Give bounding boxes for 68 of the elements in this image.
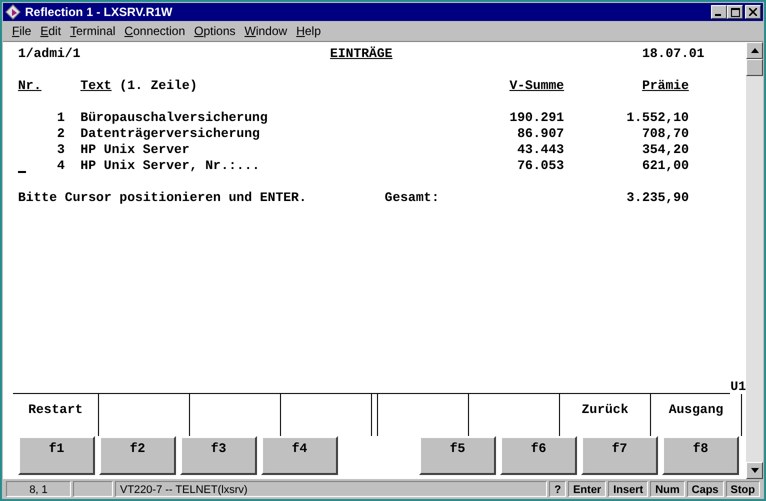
entry-text[interactable]: HP Unix Server, Nr.:...	[80, 158, 424, 174]
down-arrow-icon	[750, 468, 758, 473]
key-indicator: Stop	[726, 481, 760, 497]
menu-item[interactable]: Window	[244, 24, 288, 38]
row-number: 3	[56, 142, 65, 158]
menu-item[interactable]: Help	[296, 24, 321, 38]
key-indicator: ?	[549, 481, 566, 497]
key-indicator: Insert	[608, 481, 648, 497]
menu-item[interactable]: Options	[194, 24, 236, 38]
close-button[interactable]	[745, 5, 761, 19]
row-number: 1	[56, 110, 65, 126]
column-header: V-Summe	[509, 78, 564, 93]
scroll-down-button[interactable]	[746, 462, 763, 479]
maximize-button[interactable]	[727, 5, 743, 19]
connection-status: VT220-7 -- TELNET(lxsrv)	[115, 481, 548, 497]
premium-value: 708,70	[642, 126, 689, 141]
total-value: 3.235,90	[626, 190, 689, 205]
function-key-button[interactable]: f7	[581, 436, 658, 475]
function-key-button[interactable]: f6	[500, 436, 577, 475]
entry-text[interactable]: Büropauschalversicherung	[80, 110, 424, 126]
prompt-message: Bitte Cursor positionieren und ENTER.	[18, 190, 308, 206]
minimize-button[interactable]	[711, 5, 727, 19]
up-arrow-icon	[750, 48, 758, 53]
function-key-button[interactable]: f1	[18, 436, 95, 475]
function-key-button[interactable]: f5	[419, 436, 496, 475]
diamond-icon	[5, 4, 21, 20]
function-key-button[interactable]: f4	[261, 436, 338, 475]
row-number: 4	[56, 158, 65, 174]
softkey-label: Zurück	[582, 402, 628, 417]
function-key-button[interactable]: f8	[662, 436, 739, 475]
row-number: 2	[56, 126, 65, 142]
sum-value: 190.291	[509, 110, 564, 125]
menu-item[interactable]: Edit	[40, 24, 62, 38]
column-header: Nr.	[18, 78, 42, 94]
column-note: (1. Zeile)	[119, 78, 198, 93]
entry-text[interactable]: HP Unix Server	[80, 142, 424, 158]
vertical-scrollbar[interactable]	[746, 42, 763, 479]
premium-value: 1.552,10	[626, 110, 689, 125]
close-icon	[749, 8, 757, 16]
maximize-icon	[730, 8, 740, 16]
total-label: Gesamt:	[384, 190, 440, 206]
column-header: Prämie	[642, 78, 689, 93]
key-indicator: Enter	[568, 481, 606, 497]
scroll-up-button[interactable]	[746, 42, 763, 59]
menu-item[interactable]: Terminal	[70, 24, 116, 38]
softkey-label: Restart	[28, 402, 83, 417]
premium-value: 621,00	[642, 158, 689, 173]
function-key-button[interactable]: f3	[180, 436, 257, 475]
screen-path: 1/admi/1	[18, 46, 82, 62]
key-indicator: Caps	[686, 481, 724, 497]
cursor-position: 8, 1	[6, 481, 71, 497]
sum-value: 43.443	[517, 142, 564, 157]
function-key-button[interactable]: f2	[99, 436, 176, 475]
menu-item[interactable]: File	[12, 24, 32, 38]
status-panel	[73, 481, 113, 497]
screen-title: EINTRÄGE	[330, 46, 394, 62]
window-title: Reflection 1 - LXSRV.R1W	[25, 5, 174, 19]
scroll-thumb[interactable]	[746, 59, 763, 76]
entry-text[interactable]: Datenträgerversicherung	[80, 126, 424, 142]
softkey-label: Ausgang	[668, 402, 724, 417]
screen-date: 18.07.01	[641, 46, 704, 62]
key-indicator: Num	[650, 481, 685, 497]
screen-indicator: U1	[730, 380, 746, 394]
premium-value: 354,20	[642, 142, 689, 157]
column-header: Text	[80, 78, 112, 93]
menu-item[interactable]: Connection	[124, 24, 186, 38]
sum-value: 86.907	[517, 126, 564, 141]
sum-value: 76.053	[517, 158, 564, 173]
